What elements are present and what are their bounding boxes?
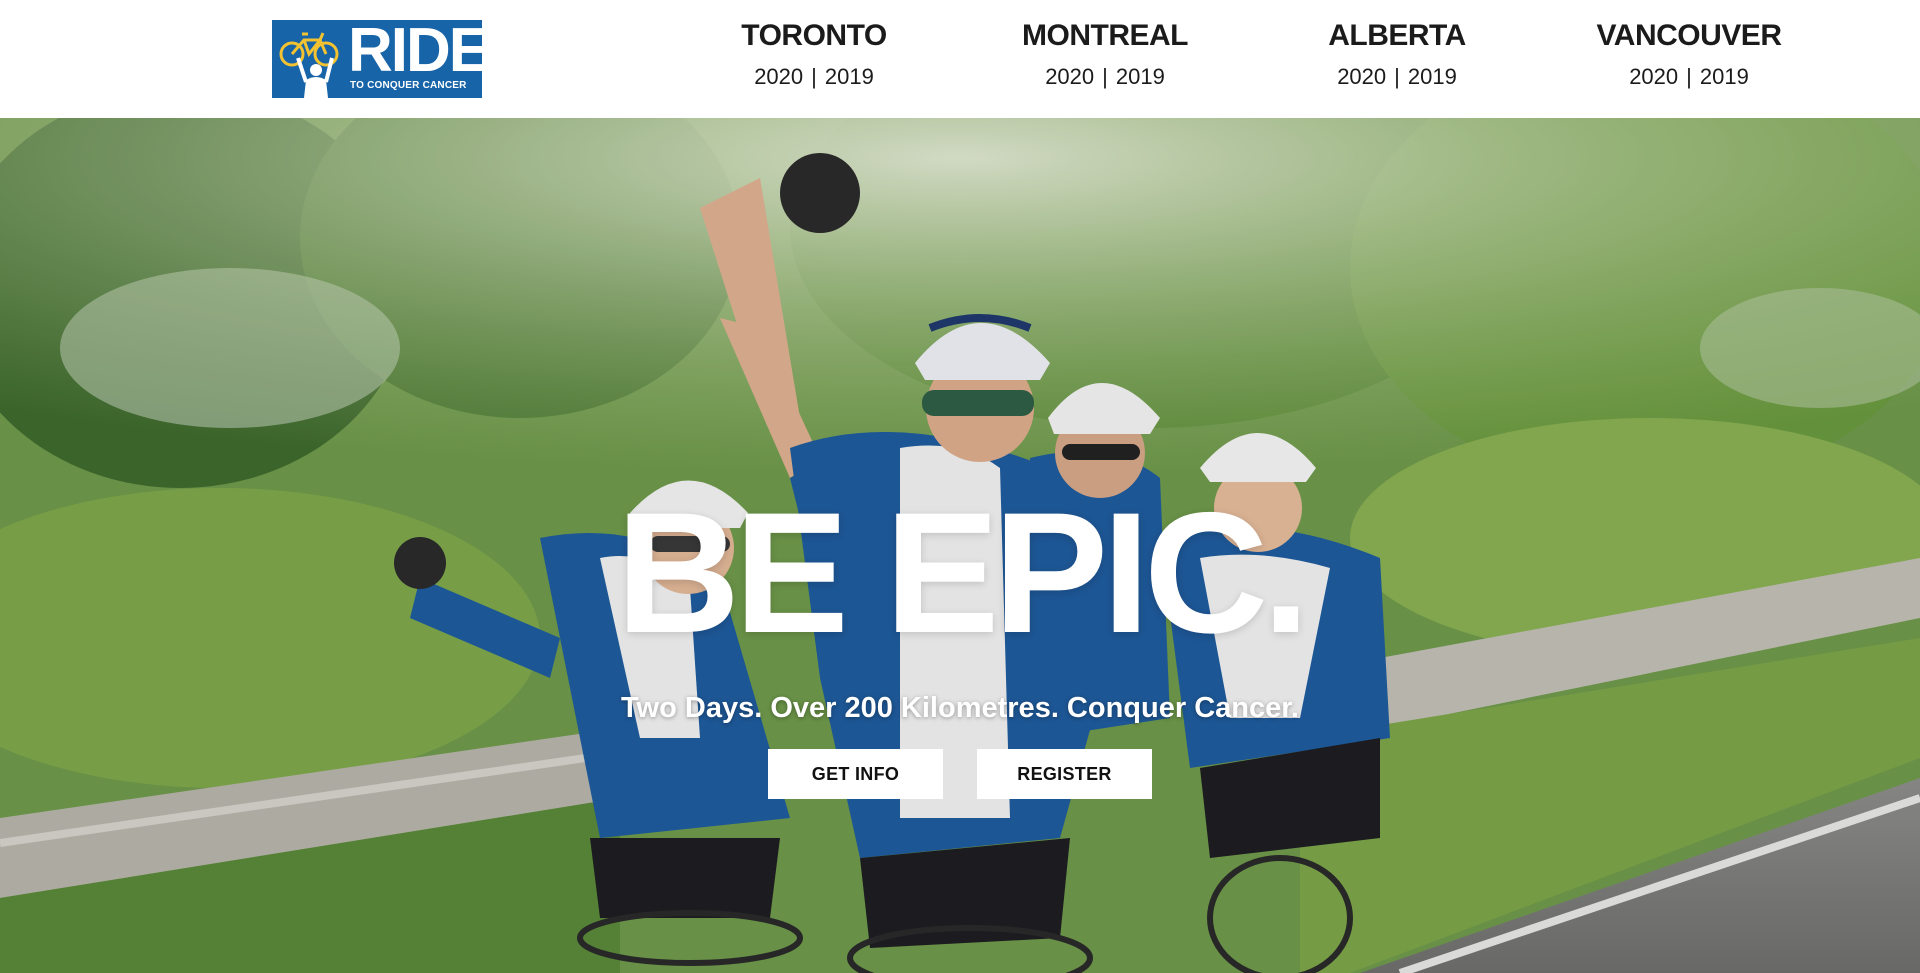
nav-years-vancouver: 2020 | 2019 bbox=[1574, 62, 1804, 92]
register-button[interactable]: REGISTER bbox=[977, 749, 1152, 799]
nav-link-alberta-2020[interactable]: 2020 bbox=[1337, 64, 1386, 89]
nav-link-montreal-2020[interactable]: 2020 bbox=[1045, 64, 1094, 89]
hero-banner: BE EPIC. Two Days. Over 200 Kilometres. … bbox=[0, 118, 1920, 973]
nav-separator: | bbox=[1686, 64, 1692, 89]
nav-link-vancouver-2019[interactable]: 2019 bbox=[1700, 64, 1749, 89]
nav-item-toronto: TORONTO 2020 | 2019 bbox=[699, 14, 929, 92]
site-header: RIDE TO CONQUER CANCER TORONTO 2020 | 2019… bbox=[0, 0, 1920, 118]
nav-link-alberta-2019[interactable]: 2019 bbox=[1408, 64, 1457, 89]
logo-tagline: TO CONQUER CANCER bbox=[350, 80, 467, 91]
nav-city-toronto[interactable]: TORONTO bbox=[699, 14, 929, 58]
nav-city-vancouver[interactable]: VANCOUVER bbox=[1574, 14, 1804, 58]
nav-city-alberta[interactable]: ALBERTA bbox=[1282, 14, 1512, 58]
nav-city-montreal[interactable]: MONTREAL bbox=[990, 14, 1220, 58]
hero-subtitle: Two Days. Over 200 Kilometres. Conquer C… bbox=[621, 692, 1299, 724]
nav-separator: | bbox=[811, 64, 817, 89]
nav-years-alberta: 2020 | 2019 bbox=[1282, 62, 1512, 92]
nav-link-montreal-2019[interactable]: 2019 bbox=[1116, 64, 1165, 89]
nav-link-toronto-2020[interactable]: 2020 bbox=[754, 64, 803, 89]
nav-separator: | bbox=[1102, 64, 1108, 89]
nav-years-toronto: 2020 | 2019 bbox=[699, 62, 929, 92]
nav-item-montreal: MONTREAL 2020 | 2019 bbox=[990, 14, 1220, 92]
hero-title: BE EPIC. bbox=[616, 477, 1310, 669]
nav-link-vancouver-2020[interactable]: 2020 bbox=[1629, 64, 1678, 89]
ride-logo[interactable]: RIDE TO CONQUER CANCER bbox=[272, 20, 482, 98]
nav-link-toronto-2019[interactable]: 2019 bbox=[825, 64, 874, 89]
get-info-button[interactable]: GET INFO bbox=[768, 749, 943, 799]
nav-years-montreal: 2020 | 2019 bbox=[990, 62, 1220, 92]
cyclist-with-bike-icon bbox=[279, 32, 339, 98]
logo-wordmark: RIDE bbox=[348, 20, 482, 85]
nav-item-alberta: ALBERTA 2020 | 2019 bbox=[1282, 14, 1512, 92]
nav-item-vancouver: VANCOUVER 2020 | 2019 bbox=[1574, 14, 1804, 92]
nav-separator: | bbox=[1394, 64, 1400, 89]
